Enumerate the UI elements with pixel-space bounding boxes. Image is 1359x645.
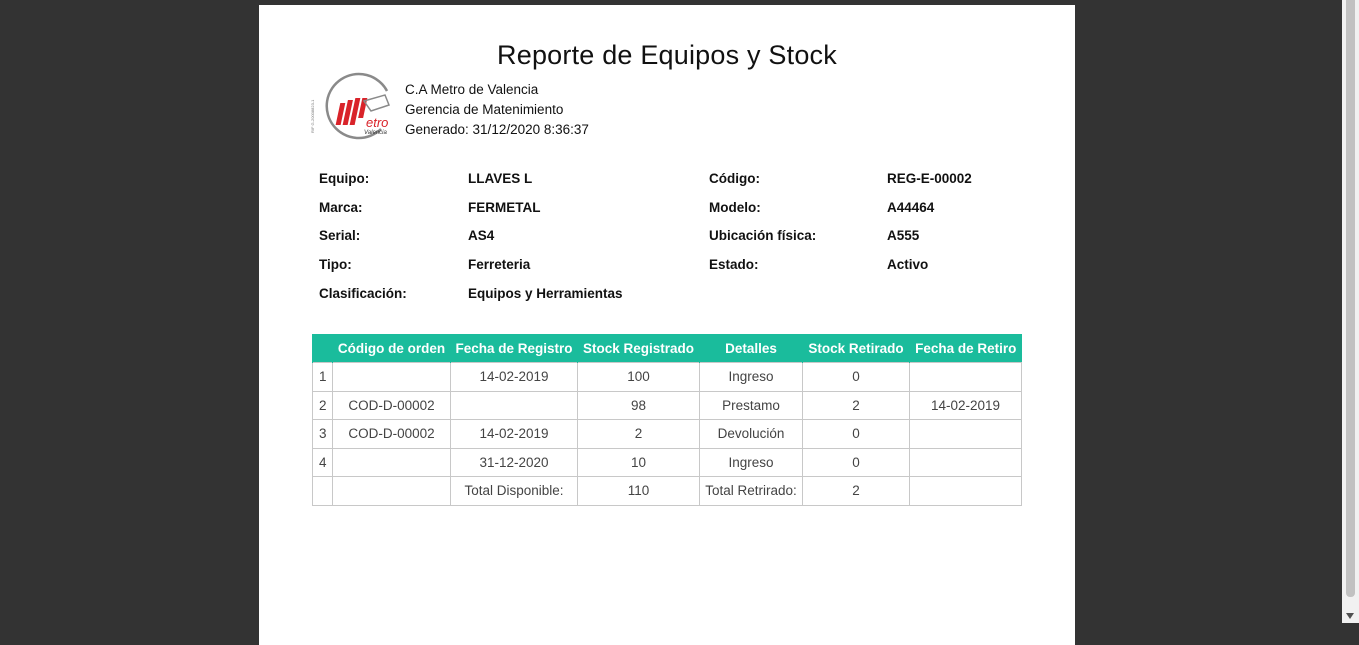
cell-codigo-orden: [332, 447, 451, 477]
logo-text: etro: [366, 115, 388, 130]
cell-fecha-registro: 14-02-2019: [450, 362, 578, 392]
ubicacion-label: Ubicación física:: [709, 228, 817, 243]
modelo-value: A44464: [887, 200, 935, 215]
header-detalles: Detalles: [699, 334, 803, 363]
modelo-label: Modelo:: [709, 200, 761, 215]
cell-fecha-registro: [450, 390, 578, 420]
estado-label: Estado:: [709, 257, 759, 272]
cell-stock-retirado: 0: [802, 362, 910, 392]
header-stock-registrado: Stock Registrado: [577, 334, 700, 363]
cell-fecha-retiro: [909, 447, 1022, 477]
org-info: C.A Metro de Valencia Gerencia de Mateni…: [405, 80, 589, 140]
logo-subtext: Valencia: [364, 130, 387, 136]
cell-stock-registrado: 2: [577, 419, 700, 449]
scroll-down-arrow-icon[interactable]: [1346, 613, 1354, 619]
totals-cell-fecha-retiro: [909, 476, 1022, 506]
table-row: 2 COD-D-00002 98 Prestamo 2 14-02-2019: [312, 390, 1022, 420]
cell-stock-retirado: 2: [802, 390, 910, 420]
report-page: Reporte de Equipos y Stock RIF G-2000882…: [259, 5, 1075, 645]
cell-stock-retirado: 0: [802, 419, 910, 449]
cell-index: 3: [312, 419, 333, 449]
department-name: Gerencia de Matenimiento: [405, 102, 564, 117]
header-codigo-orden: Código de orden: [332, 334, 451, 363]
cell-detalles: Devolución: [699, 419, 803, 449]
clasificacion-label: Clasificación:: [319, 286, 407, 301]
logo-rif-text: RIF G-20008823-1: [310, 99, 315, 133]
clasificacion-value: Equipos y Herramientas: [468, 286, 623, 301]
serial-label: Serial:: [319, 228, 361, 243]
table-header-row: Código de orden Fecha de Registro Stock …: [312, 334, 1022, 363]
cell-index: 1: [312, 362, 333, 392]
table-totals-row: Total Disponible: 110 Total Retrirado: 2: [312, 476, 1022, 506]
equipo-value: LLAVES L: [468, 171, 533, 186]
marca-value: FERMETAL: [468, 200, 541, 215]
cell-stock-registrado: 98: [577, 390, 700, 420]
cell-codigo-orden: COD-D-00002: [332, 390, 451, 420]
totals-cell-index: [312, 476, 333, 506]
serial-value: AS4: [468, 228, 495, 243]
cell-stock-registrado: 100: [577, 362, 700, 392]
generated-timestamp: Generado: 31/12/2020 8:36:37: [405, 122, 589, 137]
codigo-value: REG-E-00002: [887, 171, 972, 186]
report-title: Reporte de Equipos y Stock: [497, 40, 837, 70]
header-fecha-retiro: Fecha de Retiro: [909, 334, 1022, 363]
equipo-label: Equipo:: [319, 171, 370, 186]
table-row: 1 14-02-2019 100 Ingreso 0: [312, 362, 1022, 392]
metro-logo: RIF G-20008823-1 etro Valencia: [310, 72, 390, 140]
estado-value: Activo: [887, 257, 929, 272]
vertical-scrollbar[interactable]: [1342, 0, 1359, 623]
cell-fecha-registro: 14-02-2019: [450, 419, 578, 449]
tipo-label: Tipo:: [319, 257, 352, 272]
cell-fecha-retiro: 14-02-2019: [909, 390, 1022, 420]
table-row: 4 31-12-2020 10 Ingreso 0: [312, 447, 1022, 477]
marca-label: Marca:: [319, 200, 363, 215]
tipo-value: Ferreteria: [468, 257, 531, 272]
header-fecha-registro: Fecha de Registro: [450, 334, 578, 363]
cell-fecha-registro: 31-12-2020: [450, 447, 578, 477]
codigo-label: Código:: [709, 171, 760, 186]
header-index: [312, 334, 333, 363]
total-retirado-label: Total Retrirado:: [699, 476, 803, 506]
org-name: C.A Metro de Valencia: [405, 82, 539, 97]
cell-stock-registrado: 10: [577, 447, 700, 477]
total-disponible-label: Total Disponible:: [450, 476, 578, 506]
total-disponible-value: 110: [577, 476, 700, 506]
cell-fecha-retiro: [909, 419, 1022, 449]
ubicacion-value: A555: [887, 228, 920, 243]
cell-stock-retirado: 0: [802, 447, 910, 477]
totals-cell-codigo: [332, 476, 451, 506]
cell-fecha-retiro: [909, 362, 1022, 392]
cell-codigo-orden: [332, 362, 451, 392]
cell-detalles: Prestamo: [699, 390, 803, 420]
total-retirado-value: 2: [802, 476, 910, 506]
table-row: 3 COD-D-00002 14-02-2019 2 Devolución 0: [312, 419, 1022, 449]
cell-index: 2: [312, 390, 333, 420]
scrollbar-thumb[interactable]: [1346, 0, 1355, 597]
stock-table: Código de orden Fecha de Registro Stock …: [312, 334, 1022, 506]
cell-detalles: Ingreso: [699, 447, 803, 477]
cell-codigo-orden: COD-D-00002: [332, 419, 451, 449]
cell-index: 4: [312, 447, 333, 477]
cell-detalles: Ingreso: [699, 362, 803, 392]
header-stock-retirado: Stock Retirado: [802, 334, 910, 363]
